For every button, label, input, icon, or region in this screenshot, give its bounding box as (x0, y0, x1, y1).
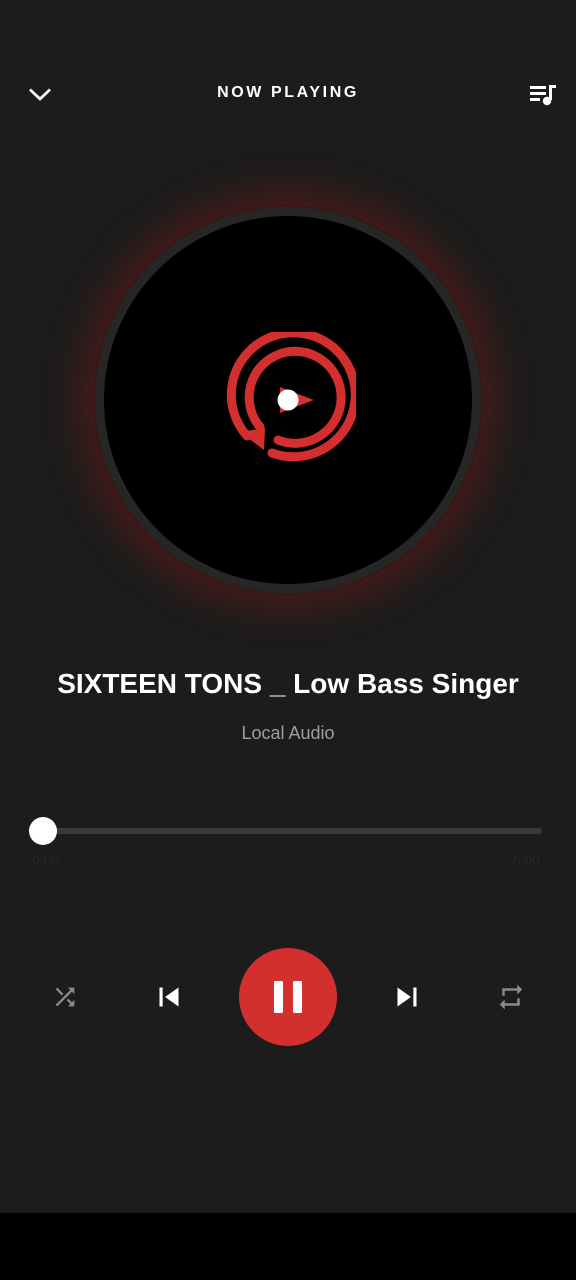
previous-button[interactable] (140, 968, 198, 1026)
shuffle-icon (55, 987, 75, 1007)
progress-thumb[interactable] (29, 817, 57, 845)
progress-bar[interactable] (43, 828, 542, 834)
shuffle-button[interactable] (40, 972, 90, 1022)
queue-button[interactable] (522, 75, 564, 115)
app-logo-icon (226, 332, 356, 462)
next-button[interactable] (378, 968, 436, 1026)
play-pause-button[interactable] (239, 948, 337, 1046)
pause-icon (274, 981, 302, 1013)
repeat-button[interactable] (486, 972, 536, 1022)
page-title: NOW PLAYING (217, 84, 359, 101)
playlist-music-icon (530, 85, 556, 106)
total-duration: 5:00 (512, 852, 540, 868)
elapsed-time: 0:00 (32, 852, 60, 868)
track-artist: Local Audio (241, 723, 335, 743)
repeat-icon (499, 984, 523, 1010)
skip-previous-icon (159, 987, 179, 1007)
system-navigation-bar (0, 1213, 576, 1280)
skip-next-icon (397, 987, 417, 1007)
now-playing-screen: NOW PLAYING SIXTEEN TONS _ Low Bass Sing… (0, 0, 576, 1213)
track-title: SIXTEEN TONS _ Low Bass Singer (57, 668, 519, 699)
